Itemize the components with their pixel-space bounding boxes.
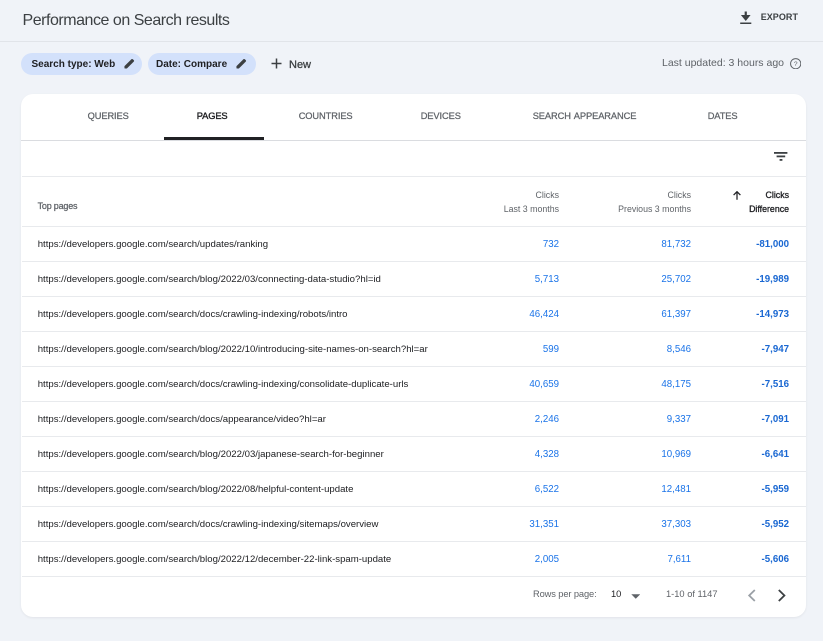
svg-text:?: ?: [793, 61, 797, 68]
